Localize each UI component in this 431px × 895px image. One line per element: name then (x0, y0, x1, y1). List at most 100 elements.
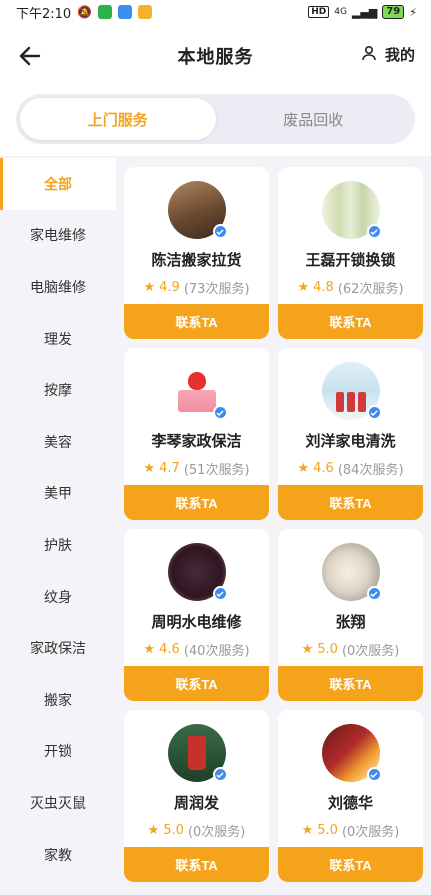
status-time: 下午2:10 (16, 6, 72, 22)
battery-icon: 79 (382, 5, 405, 19)
star-icon: ★ (297, 280, 310, 295)
rating: ★ 4.9 (73次服务) (143, 278, 249, 297)
rating: ★ 4.6 (84次服务) (297, 459, 403, 478)
star-icon: ★ (143, 280, 156, 295)
verified-icon (366, 767, 382, 782)
provider-grid: 陈洁搬家拉货 ★ 4.9 (73次服务) 联系TA 王磊开锁换锁 ★ 4.8 (… (124, 167, 424, 882)
avatar (321, 181, 382, 239)
tab-recycling[interactable]: 废品回收 (216, 98, 412, 140)
contact-button[interactable]: 联系TA (124, 304, 269, 339)
sidebar-item-tattoo[interactable]: 纹身 (0, 571, 116, 623)
contact-button[interactable]: 联系TA (278, 485, 423, 520)
status-left: 下午2:10 🔕 (16, 3, 153, 22)
provider-name: 张翔 (335, 613, 366, 631)
app-notification-icon-2 (118, 5, 133, 19)
service-count: (62次服务) (337, 282, 404, 297)
rating: ★ 5.0 (0次服务) (148, 821, 246, 840)
rating-score: 4.8 (313, 280, 334, 295)
sidebar-item-beauty[interactable]: 美容 (0, 416, 116, 468)
rating: ★ 5.0 (0次服务) (302, 821, 400, 840)
rating-score: 4.7 (159, 461, 180, 476)
sidebar-item-locksmith[interactable]: 开锁 (0, 726, 116, 778)
back-arrow-icon[interactable] (16, 42, 44, 70)
rating-score: 5.0 (317, 823, 338, 838)
star-icon: ★ (143, 461, 156, 476)
sidebar-item-computer-repair[interactable]: 电脑维修 (0, 261, 116, 313)
sidebar-item-skincare[interactable]: 护肤 (0, 519, 116, 571)
avatar (167, 181, 228, 239)
app-notification-icon (98, 5, 113, 19)
verified-icon (366, 405, 382, 420)
service-count: (0次服务) (341, 644, 400, 659)
contact-button[interactable]: 联系TA (124, 485, 269, 520)
service-count: (51次服务) (183, 463, 250, 478)
rating-score: 4.9 (159, 280, 180, 295)
contact-button[interactable]: 联系TA (124, 666, 269, 701)
contact-button[interactable]: 联系TA (278, 847, 423, 882)
sidebar-item-manicure[interactable]: 美甲 (0, 468, 116, 520)
sidebar-item-all[interactable]: 全部 (0, 158, 116, 210)
provider-name: 周明水电维修 (151, 613, 242, 631)
provider-name: 周润发 (173, 794, 219, 812)
provider-name: 陈洁搬家拉货 (151, 251, 242, 269)
service-tabs: 上门服务 废品回收 (16, 94, 415, 144)
verified-icon (366, 586, 382, 601)
sidebar-item-haircut[interactable]: 理发 (0, 313, 116, 365)
avatar (321, 362, 382, 420)
category-sidebar: 全部 家电维修 电脑维修 理发 按摩 美容 美甲 护肤 纹身 家政保洁 搬家 开… (0, 158, 116, 895)
service-count: (0次服务) (341, 825, 400, 840)
rating-score: 5.0 (163, 823, 184, 838)
star-icon: ★ (301, 823, 314, 838)
star-icon: ★ (147, 823, 160, 838)
provider-name: 王磊开锁换锁 (305, 251, 396, 269)
provider-name: 李琴家政保洁 (151, 432, 242, 450)
avatar (167, 543, 228, 601)
verified-icon (366, 224, 382, 239)
signal-icon: ▂▄▆ (351, 5, 378, 19)
rating-score: 5.0 (317, 642, 338, 657)
avatar (167, 362, 228, 420)
provider-card: 周明水电维修 ★ 4.6 (40次服务) 联系TA (124, 529, 269, 701)
contact-button[interactable]: 联系TA (278, 304, 423, 339)
avatar (167, 724, 228, 782)
rating: ★ 4.6 (40次服务) (143, 640, 249, 659)
provider-card: 李琴家政保洁 ★ 4.7 (51次服务) 联系TA (124, 348, 269, 520)
provider-card: 周润发 ★ 5.0 (0次服务) 联系TA (124, 710, 269, 882)
rating: ★ 4.8 (62次服务) (297, 278, 403, 297)
sidebar-item-tutoring[interactable]: 家教 (0, 829, 116, 881)
sidebar-item-moving[interactable]: 搬家 (0, 674, 116, 726)
sidebar-item-housekeeping[interactable]: 家政保洁 (0, 622, 116, 674)
sidebar-item-appliance-repair[interactable]: 家电维修 (0, 210, 116, 262)
provider-card: 刘洋家电清洗 ★ 4.6 (84次服务) 联系TA (278, 348, 423, 520)
rating: ★ 4.7 (51次服务) (143, 459, 249, 478)
verified-icon (212, 767, 228, 782)
rating: ★ 5.0 (0次服务) (302, 640, 400, 659)
service-count: (84次服务) (337, 463, 404, 478)
contact-button[interactable]: 联系TA (278, 666, 423, 701)
mine-label: 我的 (384, 46, 415, 64)
sidebar-item-pest-control[interactable]: 灭虫灭鼠 (0, 777, 116, 829)
app-notification-icon-3 (138, 5, 153, 19)
network-label: 4G (334, 7, 347, 17)
verified-icon (212, 224, 228, 239)
provider-name: 刘洋家电清洗 (305, 432, 396, 450)
header: 本地服务 我的 (0, 24, 431, 88)
service-count: (0次服务) (187, 825, 246, 840)
verified-icon (212, 405, 228, 420)
hd-icon: HD (308, 6, 330, 18)
star-icon: ★ (301, 642, 314, 657)
avatar (321, 724, 382, 782)
star-icon: ★ (143, 642, 156, 657)
provider-card: 张翔 ★ 5.0 (0次服务) 联系TA (278, 529, 423, 701)
service-count: (40次服务) (183, 644, 250, 659)
sidebar-item-massage[interactable]: 按摩 (0, 364, 116, 416)
charging-icon: ⚡ (409, 5, 417, 19)
mute-icon: 🔕 (77, 5, 93, 19)
service-count: (73次服务) (183, 282, 250, 297)
mine-button[interactable]: 我的 (361, 44, 415, 65)
tabs-container: 上门服务 废品回收 (0, 88, 431, 156)
contact-button[interactable]: 联系TA (124, 847, 269, 882)
provider-card: 刘德华 ★ 5.0 (0次服务) 联系TA (278, 710, 423, 882)
tab-home-service[interactable]: 上门服务 (20, 98, 216, 140)
page-title: 本地服务 (177, 47, 254, 68)
